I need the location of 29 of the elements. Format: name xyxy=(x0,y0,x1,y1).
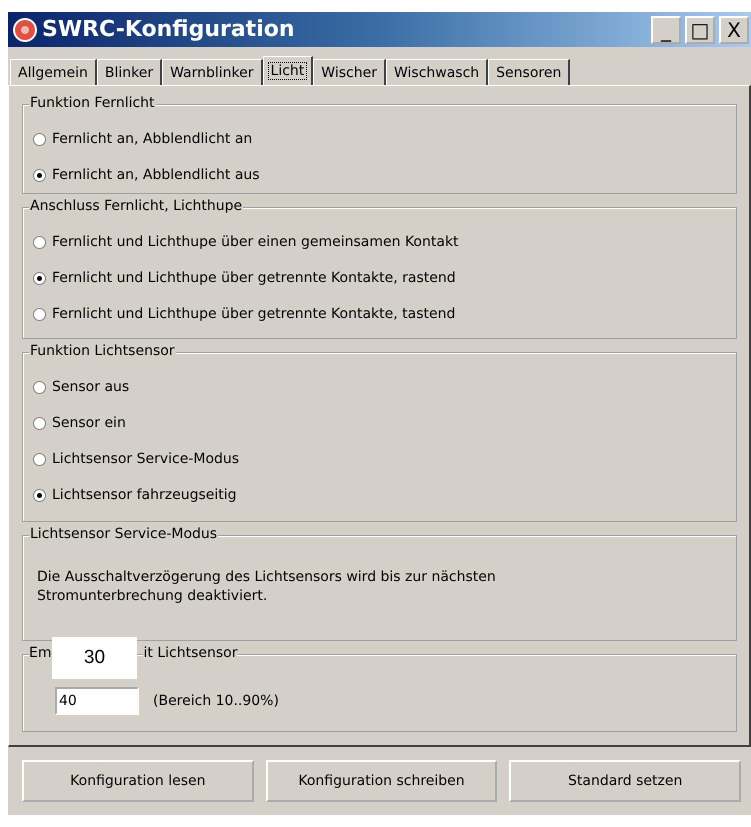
tab[interactable]: Wischer xyxy=(313,59,386,85)
range-hint: (Bereich 10..90%) xyxy=(153,693,279,709)
description-text: Die Ausschaltverzögerung des Lichtsensors wird bis zur nächsten Stromunterbrechung deaktiviert. xyxy=(37,568,497,606)
radio-option[interactable]: Sensor aus xyxy=(33,369,726,405)
radio-option[interactable]: Lichtsensor fahrzeugseitig xyxy=(33,477,726,513)
close-button[interactable]: X xyxy=(719,16,749,44)
radio-option[interactable]: Fernlicht an, Abblendlicht aus xyxy=(33,157,726,193)
radio-option[interactable]: Fernlicht an, Abblendlicht an xyxy=(33,121,726,157)
value-popup: 30 xyxy=(52,637,137,679)
action-button[interactable]: Konfiguration schreiben xyxy=(266,760,498,802)
minimize-button[interactable]: _ xyxy=(651,16,681,44)
app-logo-icon xyxy=(12,16,38,42)
action-button[interactable]: Konfiguration lesen xyxy=(22,760,254,802)
action-button[interactable]: Standard setzen xyxy=(509,760,742,802)
input-field[interactable]: 40 xyxy=(55,687,139,715)
tab[interactable]: Licht xyxy=(262,56,314,85)
radio-option[interactable]: Fernlicht und Lichthupe über getrennte Kontakte, tastend xyxy=(33,296,726,332)
radio-option[interactable]: Sensor ein xyxy=(33,405,726,441)
group-title: Anschluss Fernlicht, Lichthupe xyxy=(29,198,244,214)
tab[interactable]: Allgemein xyxy=(10,59,97,85)
maximize-button[interactable]: □ xyxy=(685,16,715,44)
tab[interactable]: Sensoren xyxy=(488,59,570,85)
tab[interactable]: Warnblinker xyxy=(162,59,263,85)
radio-option[interactable]: Fernlicht und Lichthupe über einen gemeinsamen Kontakt xyxy=(33,224,726,260)
window-title: SWRC-Konfiguration xyxy=(42,17,296,42)
tab[interactable]: Wischwasch xyxy=(386,59,488,85)
radio-option[interactable]: Lichtsensor Service-Modus xyxy=(33,441,726,477)
radio-option[interactable]: Fernlicht und Lichthupe über getrennte Kontakte, rastend xyxy=(33,260,726,296)
tab[interactable]: Blinker xyxy=(96,59,162,85)
